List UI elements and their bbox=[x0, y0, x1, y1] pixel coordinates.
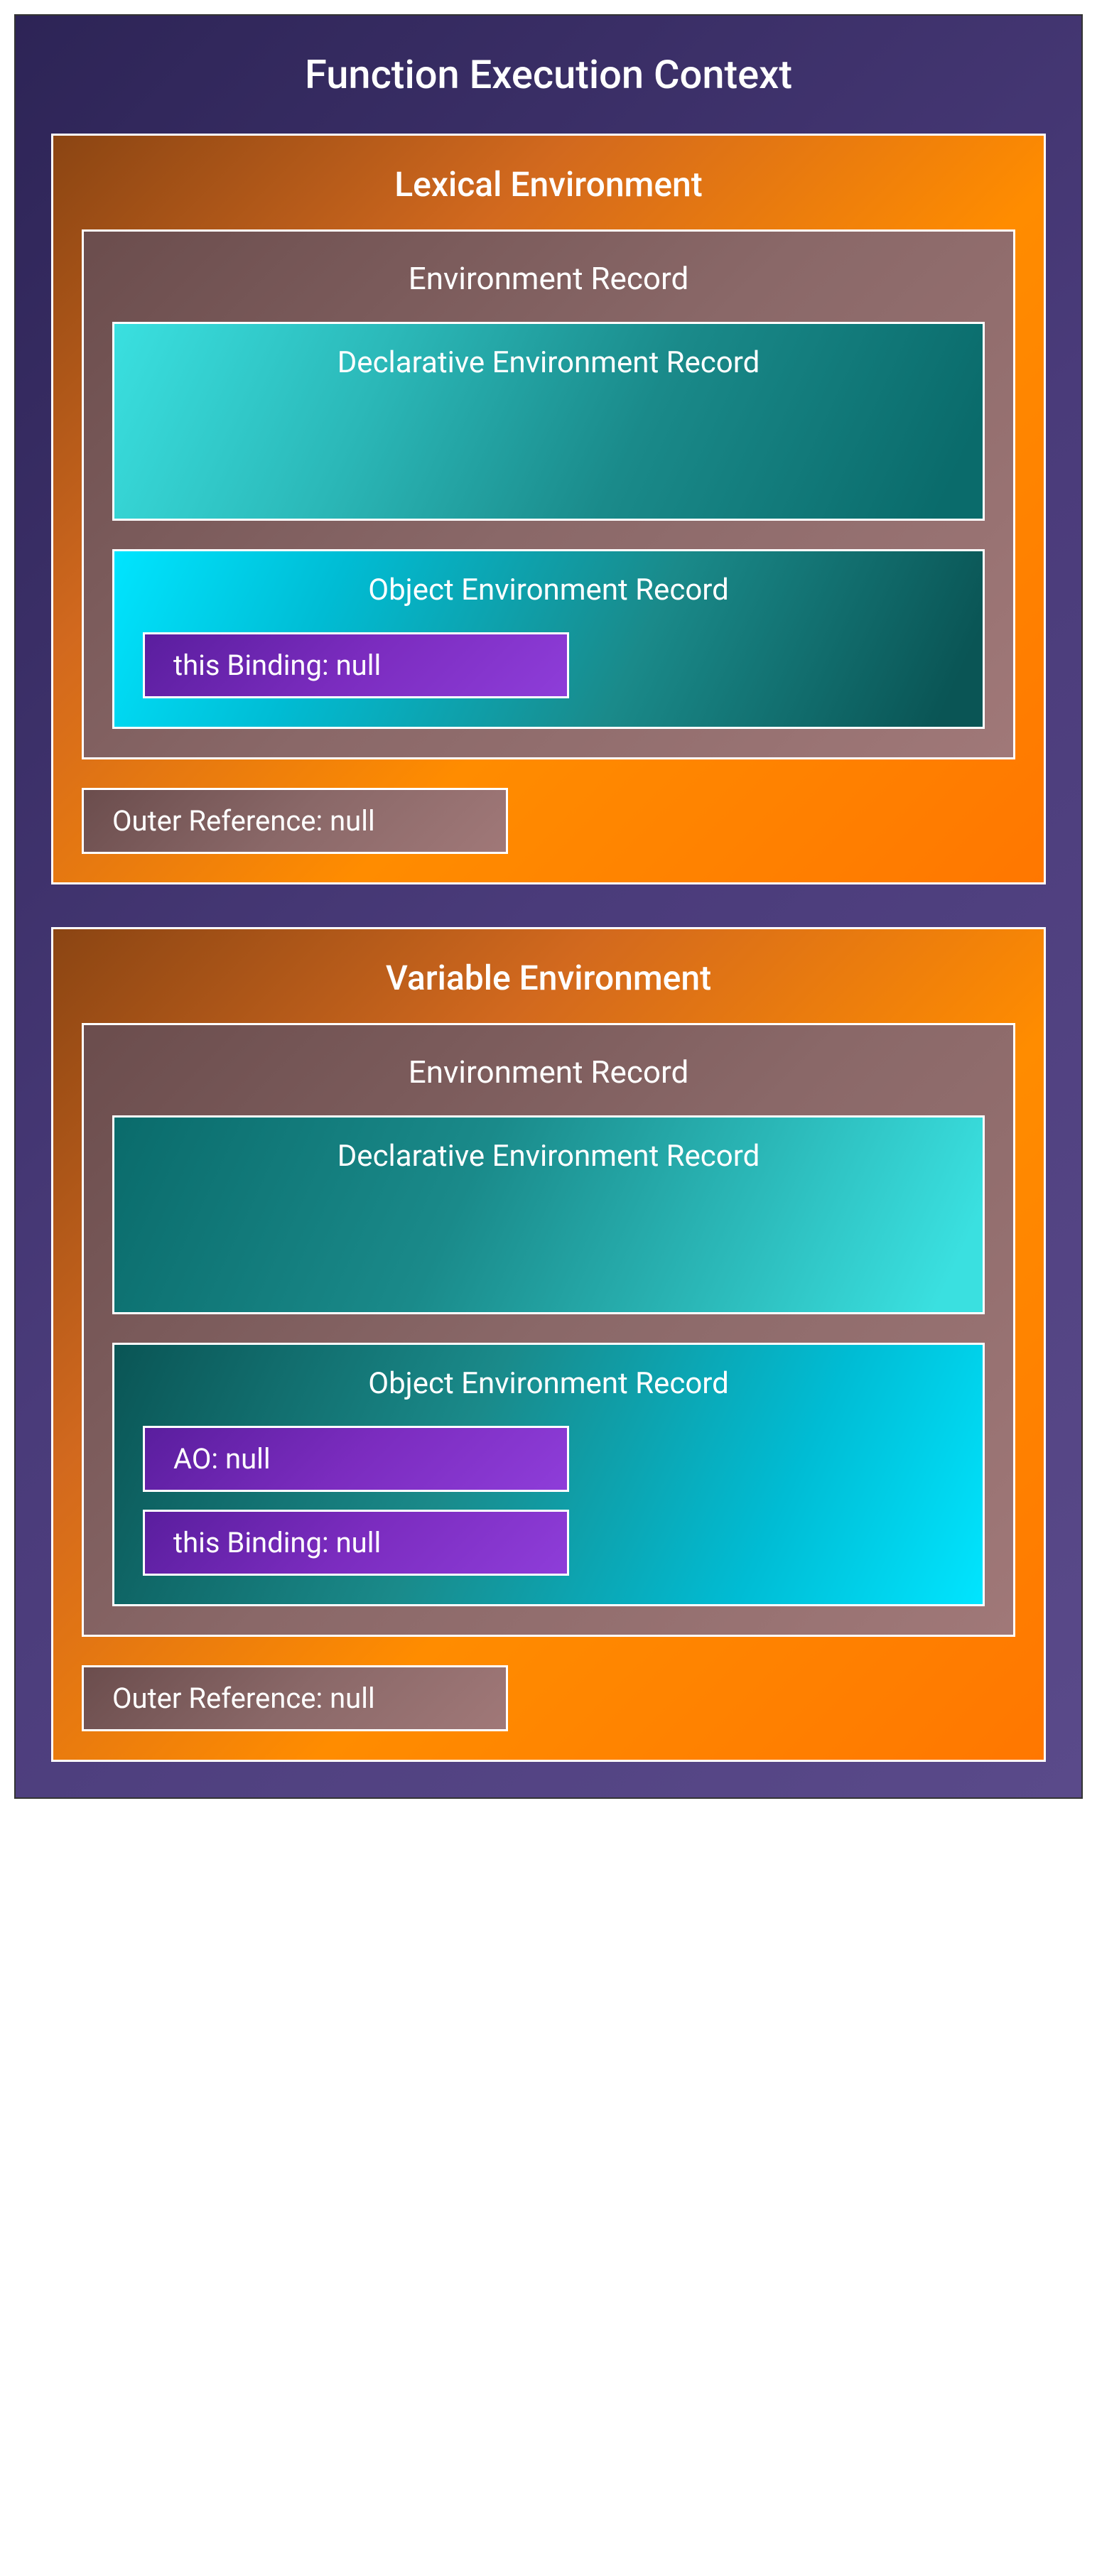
variable-this-binding-text: this Binding: null bbox=[173, 1526, 539, 1559]
context-title: Function Execution Context bbox=[51, 51, 1046, 98]
variable-this-binding: this Binding: null bbox=[143, 1510, 569, 1576]
lexical-declarative-record: Declarative Environment Record bbox=[112, 322, 985, 521]
lexical-record-title: Environment Record bbox=[112, 260, 985, 297]
lexical-object-record: Object Environment Record this Binding: … bbox=[112, 549, 985, 729]
lexical-environment: Lexical Environment Environment Record D… bbox=[51, 134, 1046, 884]
variable-environment: Variable Environment Environment Record … bbox=[51, 927, 1046, 1762]
variable-ao-binding-text: AO: null bbox=[173, 1442, 539, 1476]
lexical-environment-title: Lexical Environment bbox=[82, 164, 1015, 205]
variable-outer-reference: Outer Reference: null bbox=[82, 1665, 508, 1731]
variable-ao-binding: AO: null bbox=[143, 1426, 569, 1492]
variable-declarative-title: Declarative Environment Record bbox=[143, 1139, 954, 1174]
variable-outer-reference-text: Outer Reference: null bbox=[112, 1682, 477, 1715]
variable-record-title: Environment Record bbox=[112, 1054, 985, 1091]
variable-environment-record: Environment Record Declarative Environme… bbox=[82, 1023, 1015, 1637]
lexical-this-binding: this Binding: null bbox=[143, 632, 569, 698]
function-execution-context: Function Execution Context Lexical Envir… bbox=[14, 14, 1083, 1799]
lexical-declarative-title: Declarative Environment Record bbox=[143, 345, 954, 380]
lexical-outer-reference: Outer Reference: null bbox=[82, 788, 508, 854]
variable-environment-title: Variable Environment bbox=[82, 958, 1015, 998]
lexical-outer-reference-text: Outer Reference: null bbox=[112, 804, 477, 838]
lexical-this-binding-text: this Binding: null bbox=[173, 649, 539, 682]
lexical-environment-record: Environment Record Declarative Environme… bbox=[82, 229, 1015, 759]
variable-object-record: Object Environment Record AO: null this … bbox=[112, 1343, 985, 1606]
lexical-object-title: Object Environment Record bbox=[143, 573, 954, 607]
variable-declarative-record: Declarative Environment Record bbox=[112, 1115, 985, 1314]
variable-object-title: Object Environment Record bbox=[143, 1366, 954, 1401]
